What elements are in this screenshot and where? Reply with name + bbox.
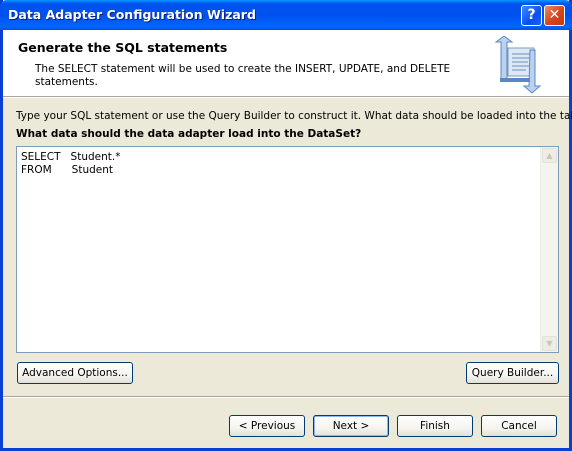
vertical-scrollbar[interactable]: ▲ ▼ [540,147,558,352]
query-builder-button[interactable]: Query Builder... [466,362,559,384]
next-button[interactable]: Next > [313,415,389,437]
scroll-up-arrow-icon[interactable]: ▲ [542,148,557,163]
help-icon[interactable]: ? [521,5,542,26]
cancel-button[interactable]: Cancel [481,415,557,437]
previous-button[interactable]: < Previous [229,415,305,437]
data-adapter-wizard-icon [494,36,542,94]
advanced-options-button[interactable]: Advanced Options... [17,362,133,384]
wizard-window: Data Adapter Configuration Wizard ? ✕ Ge… [0,0,572,451]
wizard-header: Generate the SQL statements The SELECT s… [3,30,569,97]
page-title: Generate the SQL statements [18,40,228,55]
question-label: What data should the data adapter load i… [16,128,362,140]
page-description: The SELECT statement will be used to cre… [35,63,451,88]
sql-textarea[interactable]: SELECT Student.* FROM Student ▲ ▼ [16,146,559,353]
finish-button[interactable]: Finish [397,415,473,437]
header-divider [3,97,569,98]
scroll-down-arrow-icon[interactable]: ▼ [542,336,557,351]
title-bar[interactable]: Data Adapter Configuration Wizard ? ✕ [0,0,572,30]
close-icon[interactable]: ✕ [544,5,565,26]
instruction-text: Type your SQL statement or use the Query… [16,110,572,122]
window-title: Data Adapter Configuration Wizard [8,7,256,22]
sql-statement[interactable]: SELECT Student.* FROM Student [21,151,120,177]
footer-divider-highlight [3,397,569,398]
